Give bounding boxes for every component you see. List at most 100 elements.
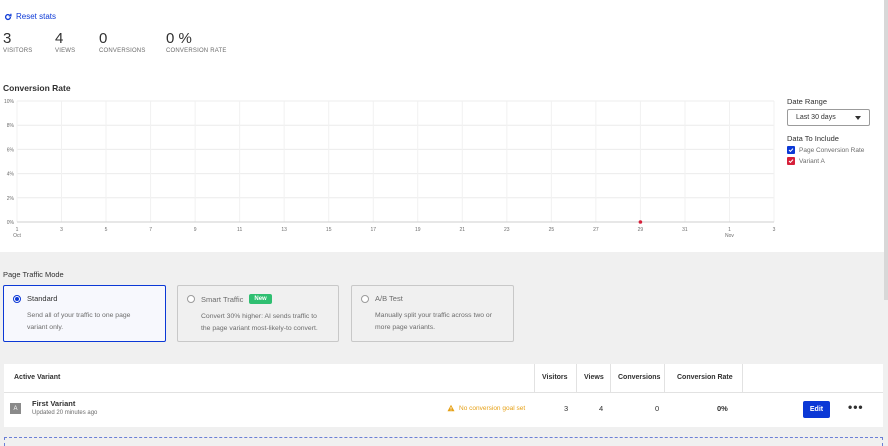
y-tick-label: 10%: [4, 99, 15, 105]
x-tick-label: 17: [370, 227, 376, 233]
column-divider: [610, 364, 611, 392]
x-tick-label: 7: [149, 227, 152, 233]
page: Reset stats 3 VISITORS 4 VIEWS 0 CONVERS…: [0, 0, 888, 446]
warning-icon: [447, 404, 455, 412]
date-range-label: Date Range: [787, 97, 828, 106]
reset-stats-link[interactable]: Reset stats: [4, 12, 56, 21]
conversion-rate-chart: 10% 8% 6% 4% 2% 0% 1 3 5 7 9 11 13 15 17 19 21 23 25 27 29 31…: [3, 96, 778, 241]
stat-conversion-rate: 0 % CONVERSION RATE: [166, 30, 227, 55]
option-title: A/B Test: [375, 294, 403, 303]
checkbox-page-conversion-rate[interactable]: Page Conversion Rate: [787, 146, 883, 154]
checkbox-label: Page Conversion Rate: [799, 146, 865, 154]
drop-zone-border: [4, 437, 883, 446]
stat-value: 0 %: [166, 30, 192, 47]
scrollbar[interactable]: [884, 0, 888, 300]
caret-down-icon: [855, 115, 861, 120]
more-options-icon[interactable]: •••: [848, 400, 864, 414]
x-tick-label: 31: [682, 227, 688, 233]
x-tick-label: 5: [105, 227, 108, 233]
stat-label: VISITORS: [3, 48, 33, 54]
traffic-option-standard[interactable]: Standard Send all of your traffic to one…: [3, 285, 166, 342]
radio-selected-icon[interactable]: [13, 294, 21, 303]
checkbox-checked-icon[interactable]: [787, 157, 795, 165]
option-description-line: Convert 30% higher: AI sends traffic to: [201, 313, 317, 320]
reset-stats-label: Reset stats: [16, 12, 57, 21]
x-tick-label: 21: [460, 227, 466, 233]
stat-label: CONVERSIONS: [99, 48, 146, 54]
page-traffic-mode-label: Page Traffic Mode: [3, 270, 64, 279]
edit-button[interactable]: Edit: [803, 401, 830, 418]
stat-conversions: 0 CONVERSIONS: [99, 30, 166, 55]
y-tick-label: 8%: [7, 123, 15, 129]
stat-label: CONVERSION RATE: [166, 48, 227, 54]
variants-table: Active Variant Visitors Views Conversion…: [4, 364, 883, 427]
stat-views: 4 VIEWS: [55, 30, 99, 55]
option-description-line: variant only.: [27, 324, 64, 331]
checkbox-label: Variant A: [799, 157, 825, 165]
option-header: A/B Test: [361, 294, 504, 303]
x-tick-label: 15: [326, 227, 332, 233]
option-header: Smart Traffic New: [187, 294, 329, 304]
x-tick-label: 19: [415, 227, 421, 233]
header-conversion-rate: Conversion Rate: [677, 374, 733, 381]
option-description: Send all of your traffic to one page var…: [27, 310, 156, 334]
date-range-select[interactable]: Last 30 days: [787, 109, 870, 126]
chart-options-panel: Date Range Last 30 days Data To Include …: [787, 97, 883, 165]
new-badge: New: [249, 294, 272, 304]
header-visitors: Visitors: [542, 374, 568, 381]
header-active-variant: Active Variant: [14, 374, 61, 381]
cell-conversions: 0: [655, 404, 660, 413]
refresh-icon: [4, 13, 12, 20]
option-description: Manually split your traffic across two o…: [375, 310, 504, 334]
header-divider: [4, 392, 883, 393]
column-divider: [534, 364, 535, 392]
stat-value: 0: [99, 30, 108, 47]
option-header: Standard: [13, 294, 156, 303]
chart-svg: 10%8%6%4%2%0%1 3 5 7 9 11 13 15 17 19 21 23 25 27 29 31…: [4, 99, 776, 239]
y-tick-label: 4%: [7, 172, 15, 178]
x-tick-label: 27: [593, 227, 599, 233]
column-divider: [576, 364, 577, 392]
option-description: Convert 30% higher: AI sends traffic to …: [201, 311, 329, 335]
variant-name[interactable]: First Variant: [32, 399, 75, 408]
x-tick-label: 25: [549, 227, 555, 233]
y-tick-label: 0%: [7, 220, 15, 226]
x-tick-label: 13: [281, 227, 287, 233]
variant-thumbnail: A: [10, 403, 21, 414]
header-views: Views: [584, 374, 604, 381]
option-description-line: Send all of your traffic to one page: [27, 312, 131, 319]
x-tick-label: 9: [194, 227, 197, 233]
warning-text: No conversion goal set: [459, 404, 526, 412]
option-title: Standard: [27, 294, 58, 303]
header-conversions: Conversions: [618, 374, 661, 381]
option-description-line: Manually split your traffic across two o…: [375, 312, 492, 319]
radio-icon[interactable]: [361, 294, 369, 303]
data-to-include-label: Data To Include: [787, 134, 839, 143]
data-point: [638, 220, 643, 224]
radio-icon[interactable]: [187, 295, 195, 303]
checkbox-checked-icon[interactable]: [787, 146, 795, 154]
conversion-goal-warning[interactable]: No conversion goal set: [447, 404, 525, 412]
checkbox-variant-a[interactable]: Variant A: [787, 157, 883, 165]
date-range-value: Last 30 days: [796, 114, 836, 121]
traffic-option-ab-test[interactable]: A/B Test Manually split your traffic acr…: [351, 285, 514, 342]
stat-visitors: 3 VISITORS: [3, 30, 55, 55]
x-tick-label: 3: [60, 227, 63, 233]
option-description-line: the page variant most-likely-to convert.: [201, 325, 318, 332]
cell-visitors: 3: [564, 404, 569, 413]
x-month-label: Nov: [725, 233, 734, 239]
stats-row: 3 VISITORS 4 VIEWS 0 CONVERSIONS 0 % CON…: [3, 30, 227, 55]
variant-updated: Updated 20 minutes ago: [32, 410, 98, 416]
stat-label: VIEWS: [55, 48, 76, 54]
stat-value: 3: [3, 30, 12, 47]
x-tick-label: 23: [504, 227, 510, 233]
cell-conversion-rate: 0%: [717, 404, 728, 413]
traffic-option-smart-traffic[interactable]: Smart Traffic New Convert 30% higher: AI…: [177, 285, 339, 342]
y-tick-label: 2%: [7, 196, 15, 202]
column-divider: [742, 364, 743, 392]
x-month-label: Oct: [13, 233, 21, 239]
x-tick-label: 3: [773, 227, 776, 233]
stat-value: 4: [55, 30, 64, 47]
cell-views: 4: [599, 404, 604, 413]
chart-title: Conversion Rate: [3, 83, 71, 93]
